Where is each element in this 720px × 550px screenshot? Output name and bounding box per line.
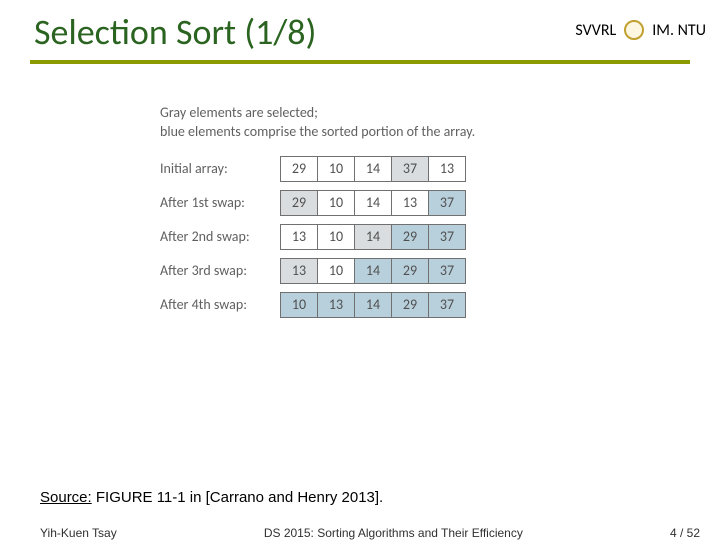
cell: 13: [317, 292, 355, 318]
footer: Yih-Kuen Tsay DS 2015: Sorting Algorithm…: [0, 526, 720, 540]
cell: 37: [428, 292, 466, 318]
legend-line1: Gray elements are selected;: [160, 104, 720, 123]
cell: 10: [317, 258, 355, 284]
cell: 13: [428, 156, 466, 182]
cells: 2910143713: [280, 156, 466, 182]
cell: 29: [391, 258, 429, 284]
array-row: After 2nd swap:1310142937: [160, 224, 720, 250]
row-label: After 3rd swap:: [160, 262, 280, 279]
cell: 37: [428, 258, 466, 284]
cells: 1310142937: [280, 224, 466, 250]
org-left: SVVRL: [575, 21, 616, 40]
source-line: Source: FIGURE 11-1 in [Carrano and Henr…: [40, 489, 383, 506]
legend: Gray elements are selected; blue element…: [160, 104, 720, 142]
cell: 10: [317, 156, 355, 182]
source-label: Source:: [40, 489, 92, 506]
cell: 14: [354, 190, 392, 216]
cell: 13: [280, 224, 318, 250]
cells: 2910141337: [280, 190, 466, 216]
cell: 29: [391, 292, 429, 318]
source-text: FIGURE 11-1 in [Carrano and Henry 2013].: [92, 489, 384, 506]
cell: 10: [317, 190, 355, 216]
cell: 14: [354, 224, 392, 250]
logo-icon: [624, 20, 644, 40]
cell: 29: [280, 190, 318, 216]
cell: 14: [354, 292, 392, 318]
cell: 29: [391, 224, 429, 250]
cell: 14: [354, 258, 392, 284]
cell: 37: [428, 190, 466, 216]
row-label: After 1st swap:: [160, 194, 280, 211]
row-label: Initial array:: [160, 160, 280, 177]
content: Gray elements are selected; blue element…: [160, 104, 720, 318]
legend-line2: blue elements comprise the sorted portio…: [160, 123, 720, 142]
footer-page: 4 / 52: [670, 526, 700, 540]
array-row: After 4th swap:1013142937: [160, 292, 720, 318]
org-right: IM. NTU: [652, 21, 706, 40]
cell: 29: [280, 156, 318, 182]
cells: 1310142937: [280, 258, 466, 284]
cell: 10: [280, 292, 318, 318]
row-label: After 4th swap:: [160, 296, 280, 313]
cell: 10: [317, 224, 355, 250]
footer-author: Yih-Kuen Tsay: [40, 526, 117, 540]
cell: 13: [280, 258, 318, 284]
header-right: SVVRL IM. NTU: [575, 20, 706, 40]
cell: 13: [391, 190, 429, 216]
cell: 37: [428, 224, 466, 250]
cell: 14: [354, 156, 392, 182]
footer-course: DS 2015: Sorting Algorithms and Their Ef…: [264, 526, 523, 540]
array-row: After 1st swap:2910141337: [160, 190, 720, 216]
cells: 1013142937: [280, 292, 466, 318]
array-row: After 3rd swap:1310142937: [160, 258, 720, 284]
cell: 37: [391, 156, 429, 182]
row-label: After 2nd swap:: [160, 228, 280, 245]
array-row: Initial array:2910143713: [160, 156, 720, 182]
array-rows: Initial array:2910143713After 1st swap:2…: [160, 156, 720, 318]
